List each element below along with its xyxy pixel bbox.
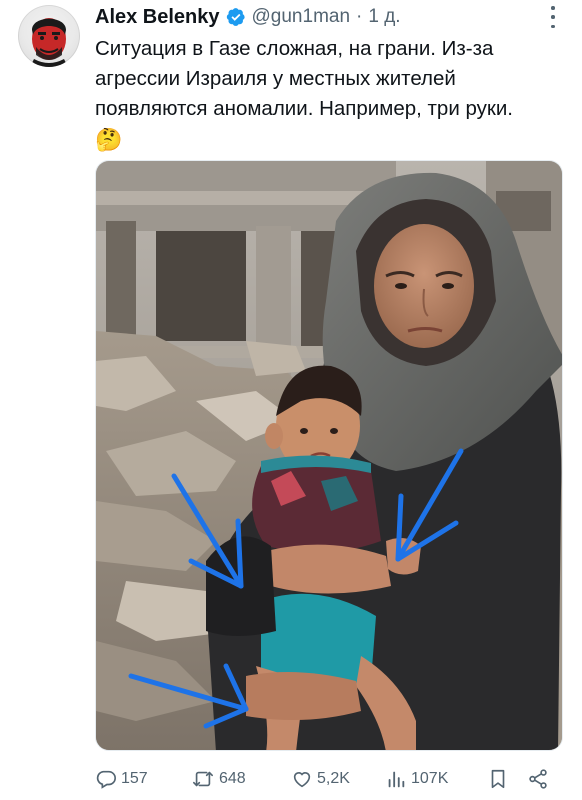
author-handle[interactable]: @gun1man (252, 6, 351, 28)
more-icon[interactable] (550, 6, 556, 28)
reply-icon (95, 768, 117, 790)
verified-icon (226, 7, 246, 27)
share-icon (527, 768, 549, 790)
repost-icon (191, 768, 215, 790)
bookmark-icon (487, 768, 509, 790)
tweet-action-bar: 157 648 5,2K 107K (95, 765, 565, 793)
reply-button[interactable]: 157 (95, 765, 148, 793)
repost-count: 648 (219, 770, 246, 787)
header-separator: · (356, 6, 363, 27)
views-icon (385, 768, 407, 790)
bookmark-button[interactable] (487, 765, 509, 793)
thinking-emoji: 🤔 (95, 127, 123, 152)
tweet-text-body: Ситуация в Газе сложная, на грани. Из-за… (95, 37, 514, 120)
author-display-name[interactable]: Alex Belenky (95, 6, 220, 29)
like-icon (291, 768, 313, 790)
like-count: 5,2K (317, 770, 350, 787)
reply-count: 157 (121, 770, 148, 787)
like-button[interactable]: 5,2K (291, 765, 350, 793)
avatar[interactable] (18, 5, 80, 67)
tweet-time[interactable]: 1 д. (368, 6, 400, 28)
views-count: 107K (411, 770, 449, 787)
tweet-text: Ситуация в Газе сложная, на грани. Из-за… (95, 34, 573, 155)
tweet-photo[interactable] (95, 160, 563, 751)
views-button[interactable]: 107K (385, 765, 448, 793)
tweet-header: Alex Belenky @gun1man · 1 д. (95, 4, 542, 30)
share-button[interactable] (527, 765, 549, 793)
repost-button[interactable]: 648 (191, 765, 246, 793)
